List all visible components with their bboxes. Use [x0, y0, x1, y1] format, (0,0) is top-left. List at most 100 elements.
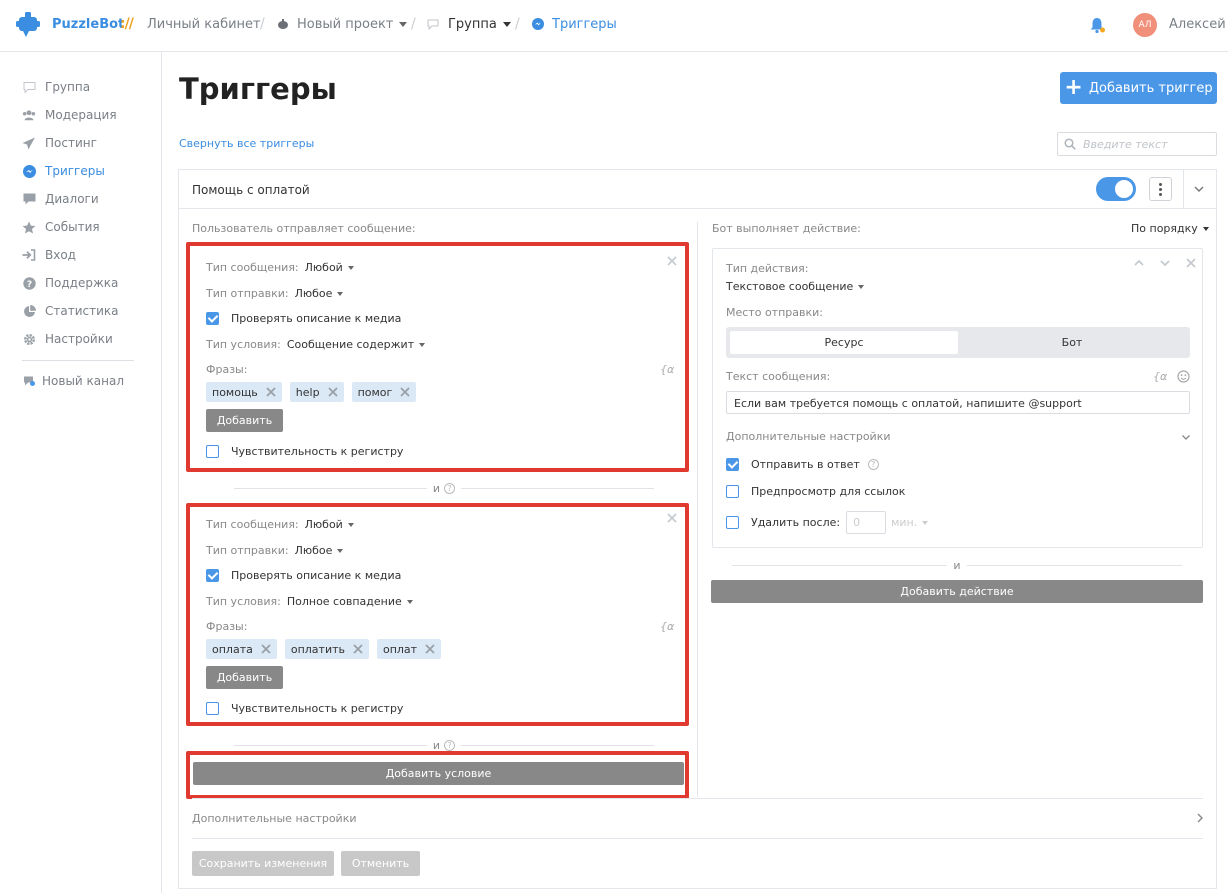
send-type-row[interactable]: Тип отправки: Любое [206, 544, 344, 557]
reply-row[interactable]: Отправить в ответ ? [726, 458, 879, 471]
sidebar-item-group[interactable]: Группа [22, 79, 90, 95]
condition-type-value[interactable]: Полное совпадение [287, 595, 402, 608]
sidebar-item-new-channel[interactable]: Новый канал [22, 373, 124, 389]
sidebar-item-support[interactable]: ? Поддержка [22, 275, 118, 291]
message-type-row[interactable]: Тип сообщения: Любой [206, 518, 354, 531]
remove-tag-icon[interactable] [259, 642, 273, 656]
remove-tag-icon[interactable] [423, 642, 437, 656]
trigger-name[interactable]: Помощь с оплатой [192, 183, 310, 197]
action-type-select[interactable]: Текстовое сообщение [726, 280, 865, 293]
brand-name[interactable]: PuzzleBot [52, 17, 124, 32]
delete-after-input[interactable]: 0 [846, 511, 887, 534]
trigger-icon [532, 18, 544, 30]
variable-insert-icon[interactable]: {α [660, 620, 674, 633]
send-type-value[interactable]: Любое [295, 287, 333, 300]
remove-tag-icon[interactable] [326, 385, 340, 399]
remove-tag-icon[interactable] [398, 385, 412, 399]
message-type-label: Тип сообщения: [206, 518, 299, 531]
add-condition-button[interactable]: Добавить условие [193, 762, 684, 785]
reply-checkbox[interactable] [726, 458, 739, 471]
condition-type-value[interactable]: Сообщение содержит [287, 338, 414, 351]
remove-tag-icon[interactable] [351, 642, 365, 656]
sidebar-item-events[interactable]: События [22, 219, 100, 235]
order-select[interactable]: По порядку [1131, 222, 1209, 235]
collapse-chevron-icon[interactable] [1193, 183, 1205, 195]
cancel-button[interactable]: Отменить [341, 851, 420, 876]
notification-bell-icon[interactable] [1088, 16, 1106, 34]
send-type-value[interactable]: Любое [295, 544, 333, 557]
message-type-value[interactable]: Любой [305, 261, 343, 274]
close-icon[interactable] [1185, 257, 1197, 269]
trigger-header[interactable]: Помощь с оплатой [179, 170, 1216, 209]
breadcrumb-project[interactable]: Новый проект [297, 17, 408, 32]
move-down-icon[interactable] [1159, 257, 1171, 269]
sidebar-item-moderation[interactable]: Модерация [22, 107, 117, 123]
check-media-checkbox[interactable] [206, 569, 219, 582]
send-place-bot[interactable]: Бот [958, 331, 1186, 354]
breadcrumb-group[interactable]: Группа [448, 17, 511, 32]
case-sensitive-row[interactable]: Чувствительность к регистру [206, 445, 403, 458]
case-sensitive-checkbox[interactable] [206, 702, 219, 715]
and-label: и [432, 738, 441, 752]
variable-insert-icon[interactable]: {α [1153, 370, 1167, 383]
sidebar-item-triggers[interactable]: Триггеры [22, 163, 105, 179]
search-box[interactable] [1057, 132, 1217, 156]
check-media-checkbox[interactable] [206, 312, 219, 325]
remove-tag-icon[interactable] [264, 385, 278, 399]
collapse-all-link[interactable]: Свернуть все триггеры [179, 137, 314, 150]
delete-after-checkbox[interactable] [726, 516, 739, 529]
avatar[interactable]: АЛ [1133, 13, 1157, 37]
chevron-right-icon[interactable] [1195, 812, 1205, 824]
and-label: и [432, 481, 441, 495]
variable-insert-icon[interactable]: {α [660, 363, 674, 376]
check-media-row[interactable]: Проверять описание к медиа [206, 312, 401, 325]
condition-type-row[interactable]: Тип условия: Сообщение содержит [206, 338, 426, 351]
message-text-input[interactable]: Если вам требуется помощь с оплатой, нап… [726, 391, 1190, 414]
puzzlebot-logo-icon[interactable] [16, 12, 40, 38]
move-up-icon[interactable] [1133, 257, 1145, 269]
help-icon[interactable]: ? [867, 459, 879, 470]
header-divider [1183, 170, 1184, 209]
add-action-button[interactable]: Добавить действие [711, 580, 1203, 603]
save-changes-button[interactable]: Сохранить изменения [192, 851, 334, 876]
link-preview-label: Предпросмотр для ссылок [751, 485, 906, 498]
link-preview-row[interactable]: Предпросмотр для ссылок [726, 485, 905, 498]
case-sensitive-checkbox[interactable] [206, 445, 219, 458]
search-input[interactable] [1083, 136, 1211, 152]
link-preview-checkbox[interactable] [726, 485, 739, 498]
breadcrumb-cabinet[interactable]: Личный кабинет [147, 17, 261, 32]
breadcrumb-triggers[interactable]: Триггеры [552, 17, 617, 32]
emoji-icon[interactable] [1177, 370, 1190, 383]
user-name[interactable]: Алексей [1169, 17, 1226, 32]
case-sensitive-row[interactable]: Чувствительность к регистру [206, 702, 403, 715]
trigger-enabled-toggle[interactable] [1096, 177, 1136, 201]
help-icon[interactable]: ? [444, 482, 456, 494]
add-trigger-button[interactable]: + Добавить триггер [1060, 72, 1217, 104]
bot-does-label: Бот выполняет действие: [712, 222, 861, 235]
phrase-tag: help [289, 382, 344, 402]
sidebar-item-entry[interactable]: Вход [22, 247, 76, 263]
condition-type-row[interactable]: Тип условия: Полное совпадение [206, 595, 413, 608]
sidebar-item-dialogs[interactable]: Диалоги [22, 191, 99, 207]
add-phrase-button[interactable]: Добавить [206, 409, 283, 432]
message-type-row[interactable]: Тип сообщения: Любой [206, 261, 354, 274]
trigger-extra-settings[interactable]: Дополнительные настройки [192, 812, 357, 825]
sidebar-item-label: Диалоги [45, 192, 99, 206]
check-media-row[interactable]: Проверять описание к медиа [206, 569, 401, 582]
delete-after-row[interactable]: Удалить после: 0 мин. [726, 511, 929, 534]
chevron-down-icon [858, 285, 865, 289]
chevron-down-icon[interactable] [1181, 432, 1191, 442]
trigger-menu-button[interactable] [1149, 177, 1172, 201]
help-icon[interactable]: ? [444, 739, 456, 751]
sidebar-item-statistics[interactable]: Статистика [22, 303, 119, 319]
send-type-row[interactable]: Тип отправки: Любое [206, 287, 344, 300]
add-phrase-button[interactable]: Добавить [206, 666, 283, 689]
sidebar-item-posting[interactable]: Постинг [22, 135, 97, 151]
send-place-resource[interactable]: Ресурс [730, 331, 958, 354]
sidebar-item-settings[interactable]: Настройки [22, 331, 113, 347]
additional-settings-toggle[interactable]: Дополнительные настройки [726, 430, 891, 443]
close-icon[interactable] [667, 513, 677, 523]
message-type-value[interactable]: Любой [305, 518, 343, 531]
delete-unit-select[interactable]: мин. [891, 516, 929, 529]
close-icon[interactable] [667, 256, 677, 266]
